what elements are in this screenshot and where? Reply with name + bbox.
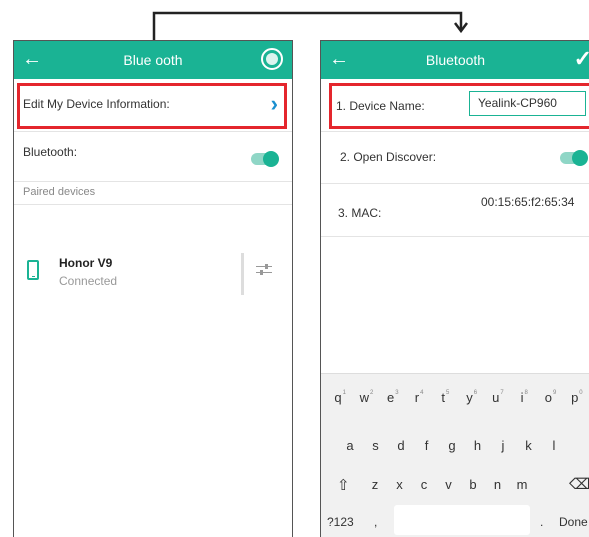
globe-icon[interactable] bbox=[261, 48, 283, 70]
key-d[interactable]: d bbox=[388, 438, 414, 454]
bluetooth-row: Bluetooth: bbox=[14, 143, 292, 167]
divider bbox=[14, 181, 292, 182]
divider bbox=[321, 183, 589, 184]
key-b[interactable]: b bbox=[460, 477, 486, 493]
key-t[interactable]: t5 bbox=[430, 390, 456, 406]
symbols-key[interactable]: ?123 bbox=[327, 515, 354, 529]
key-g[interactable]: g bbox=[439, 438, 465, 454]
device-status: Connected bbox=[59, 274, 118, 288]
key-l[interactable]: l bbox=[541, 438, 567, 454]
key-m[interactable]: m bbox=[509, 477, 535, 493]
soft-keyboard: q1w2e3r4t5y6u7i8o9p0 asdfghjkl zxcvbnm ⇧… bbox=[321, 373, 589, 537]
device-name: Honor V9 bbox=[59, 256, 113, 270]
settings-sliders-icon[interactable] bbox=[256, 263, 272, 277]
spacebar[interactable] bbox=[394, 505, 530, 535]
mac-row: 3. MAC: 00:15:65:f2:65:34 bbox=[321, 195, 589, 235]
key-a[interactable]: a bbox=[337, 438, 363, 454]
key-i[interactable]: i8 bbox=[509, 390, 535, 406]
highlight-box bbox=[329, 83, 589, 129]
vertical-separator bbox=[241, 253, 244, 295]
divider bbox=[321, 236, 589, 237]
page-title: Bluetooth bbox=[425, 52, 486, 68]
key-e[interactable]: e3 bbox=[378, 390, 404, 406]
bluetooth-screen-right: ← Bluetooth ✓ 1. Device Name: Yealink-CP… bbox=[320, 40, 589, 537]
divider bbox=[321, 131, 589, 132]
open-discover-row: 2. Open Discover: bbox=[321, 148, 589, 172]
period-key[interactable]: . bbox=[540, 515, 543, 529]
key-o[interactable]: o9 bbox=[535, 390, 561, 406]
key-p[interactable]: p0 bbox=[562, 390, 588, 406]
key-k[interactable]: k bbox=[516, 438, 542, 454]
key-y[interactable]: y6 bbox=[457, 390, 483, 406]
bluetooth-toggle[interactable] bbox=[251, 151, 279, 167]
key-q[interactable]: q1 bbox=[325, 390, 351, 406]
key-c[interactable]: c bbox=[411, 477, 437, 493]
divider bbox=[14, 204, 292, 205]
mac-value: 00:15:65:f2:65:34 bbox=[481, 195, 575, 209]
open-discover-toggle[interactable] bbox=[560, 150, 588, 166]
phone-icon bbox=[27, 260, 39, 280]
key-r[interactable]: r4 bbox=[404, 390, 430, 406]
done-key[interactable]: Done bbox=[559, 515, 588, 529]
shift-key[interactable]: ⇧ bbox=[337, 476, 350, 494]
open-discover-label: 2. Open Discover: bbox=[340, 150, 437, 164]
key-v[interactable]: v bbox=[436, 477, 462, 493]
mac-label: 3. MAC: bbox=[338, 206, 382, 220]
title-bar: ← Blue ooth bbox=[14, 41, 292, 79]
key-z[interactable]: z bbox=[362, 477, 388, 493]
key-w[interactable]: w2 bbox=[351, 390, 377, 406]
page-title: Blue ooth bbox=[123, 52, 183, 68]
backspace-key[interactable]: ⌫ bbox=[569, 475, 589, 493]
key-x[interactable]: x bbox=[387, 477, 413, 493]
highlight-box bbox=[17, 83, 287, 129]
key-f[interactable]: f bbox=[414, 438, 440, 454]
paired-devices-section-title: Paired devices bbox=[23, 186, 96, 198]
key-u[interactable]: u7 bbox=[483, 390, 509, 406]
bluetooth-screen-left: ← Blue ooth Edit My Device Information: … bbox=[13, 40, 293, 537]
bluetooth-label: Bluetooth: bbox=[23, 145, 78, 159]
title-bar: ← Bluetooth ✓ bbox=[321, 41, 589, 79]
divider bbox=[14, 131, 292, 132]
check-icon[interactable]: ✓ bbox=[574, 47, 589, 71]
comma-key[interactable]: , bbox=[374, 515, 377, 529]
key-n[interactable]: n bbox=[485, 477, 511, 493]
key-s[interactable]: s bbox=[363, 438, 389, 454]
key-j[interactable]: j bbox=[490, 438, 516, 454]
key-h[interactable]: h bbox=[465, 438, 491, 454]
